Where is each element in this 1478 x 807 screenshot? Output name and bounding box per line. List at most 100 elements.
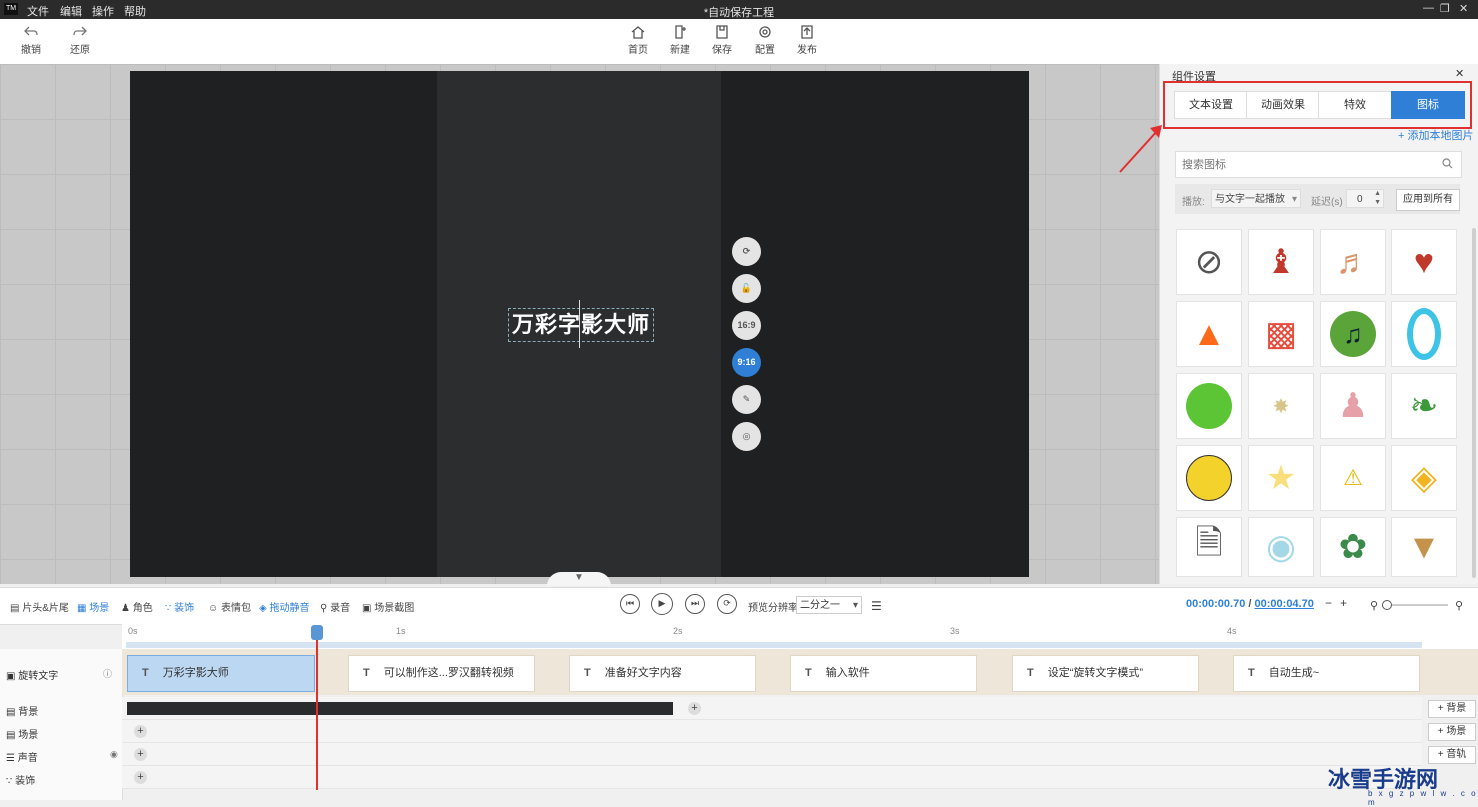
tab-effects[interactable]: 特效: [1318, 91, 1392, 119]
dancer-icon[interactable]: ♬: [1320, 229, 1386, 295]
tab-icons[interactable]: 图标: [1391, 91, 1465, 119]
resolution-select[interactable]: 二分之一 ▾: [796, 596, 862, 614]
total-time[interactable]: 00:00:04.70: [1255, 598, 1314, 610]
zoom-in-icon[interactable]: ⚲: [1455, 599, 1463, 612]
play-icon[interactable]: ▶: [651, 593, 673, 615]
record-button[interactable]: ⚲ 录音: [320, 599, 350, 614]
apply-all-button[interactable]: 应用到所有: [1396, 189, 1460, 211]
icon-list-scrollbar[interactable]: [1472, 228, 1476, 578]
add-decoration-icon[interactable]: +: [134, 771, 147, 784]
clip-label: 输入软件: [825, 667, 870, 679]
undo-button[interactable]: 撤销: [14, 25, 48, 56]
lock-icon[interactable]: 🔓: [732, 274, 761, 303]
fire-icon[interactable]: ▲: [1176, 301, 1242, 367]
next-icon[interactable]: ⏭: [685, 594, 705, 614]
plus-icon[interactable]: +: [1340, 596, 1347, 610]
popcorn-icon[interactable]: ▩: [1248, 301, 1314, 367]
necklace-icon[interactable]: ◈: [1391, 445, 1457, 511]
config-button[interactable]: 配置: [748, 25, 782, 56]
ice-cream-icon[interactable]: ▼: [1391, 517, 1457, 577]
text-clip[interactable]: T 设定“旋转文字模式”: [1012, 655, 1199, 692]
playing-cards-icon[interactable]: ♥: [1391, 229, 1457, 295]
text-clip[interactable]: T 可以制作这...罗汉翻转视频: [348, 655, 535, 692]
rotate-icon[interactable]: ⟳: [732, 237, 761, 266]
stepper-arrows-icon[interactable]: ▲ ▼: [1374, 189, 1381, 207]
redo-button[interactable]: 还原: [63, 25, 97, 56]
title-text-element[interactable]: 万彩字影大师: [508, 308, 654, 342]
save-button[interactable]: 保存: [705, 25, 739, 56]
zoom-slider[interactable]: [1386, 604, 1448, 606]
delay-stepper[interactable]: 0 ▲ ▼: [1346, 189, 1384, 208]
sunglasses-emoji-icon[interactable]: [1176, 445, 1242, 511]
add-audio-icon[interactable]: +: [134, 748, 147, 761]
scarecrow-icon[interactable]: ♝: [1248, 229, 1314, 295]
volume-icon[interactable]: ◉: [110, 749, 118, 760]
intro-outro-button[interactable]: ▤ 片头&片尾: [10, 599, 69, 614]
add-local-image-link[interactable]: + 添加本地图片: [1398, 127, 1473, 143]
add-background-icon[interactable]: +: [688, 702, 701, 715]
tab-animation[interactable]: 动画效果: [1246, 91, 1320, 119]
sparkle-icon[interactable]: ✸: [1248, 373, 1314, 439]
publish-label: 发布: [797, 45, 817, 56]
text-clip[interactable]: T 输入软件: [790, 655, 977, 692]
warning-sign-icon[interactable]: ⚠: [1320, 445, 1386, 511]
decoration-button[interactable]: ∵ 装饰: [165, 599, 194, 614]
add-scene-icon[interactable]: +: [134, 725, 147, 738]
publish-button[interactable]: 发布: [790, 25, 824, 56]
scene-screenshot-button[interactable]: ▣ 场景截图: [362, 599, 414, 614]
text-clip[interactable]: T 自动生成~: [1233, 655, 1420, 692]
background-clip[interactable]: [127, 702, 673, 715]
text-clip[interactable]: T 万彩字影大师: [127, 655, 315, 692]
leaf-icon[interactable]: ❧: [1391, 373, 1457, 439]
panel-close-icon[interactable]: ✕: [1455, 67, 1464, 80]
ruler-mark-0: 0s: [128, 626, 138, 636]
new-button[interactable]: 新建: [663, 25, 697, 56]
track-name-scene: 场景: [18, 730, 39, 741]
add-background-button[interactable]: + 背景: [1428, 700, 1476, 718]
help-icon[interactable]: ⓘ: [103, 667, 112, 680]
document-icon[interactable]: 🗎: [1176, 517, 1242, 577]
blue-ring-icon[interactable]: [1391, 301, 1457, 367]
role-button[interactable]: ♟ 角色: [121, 599, 153, 614]
emoji-pack-button[interactable]: ☺ 表情包: [208, 599, 251, 614]
icon-search-box[interactable]: [1175, 151, 1462, 178]
collapse-handle[interactable]: ▼: [547, 572, 611, 586]
settings-icon[interactable]: ◎: [732, 422, 761, 451]
scene-button[interactable]: ▦ 场景: [77, 599, 109, 614]
macaron-icon[interactable]: ◉: [1248, 517, 1314, 577]
close-icon[interactable]: ✕: [1459, 2, 1468, 15]
text-cursor: [579, 300, 580, 348]
minimize-icon[interactable]: —: [1423, 2, 1434, 14]
green-apple-icon[interactable]: [1176, 373, 1242, 439]
decoration-track-icon: ∵: [6, 776, 16, 787]
edit-icon[interactable]: ✎: [732, 385, 761, 414]
add-scene-button[interactable]: + 场景: [1428, 723, 1476, 741]
play-mode-select[interactable]: 与文字一起播放 ▾: [1211, 189, 1301, 208]
search-input[interactable]: [1176, 152, 1434, 177]
ratio-16-9-button[interactable]: 16:9: [732, 311, 761, 340]
search-icon[interactable]: [1442, 158, 1453, 169]
ratio-9-16-button[interactable]: 9:16: [732, 348, 761, 377]
current-time: 00:00:00.70: [1186, 598, 1246, 610]
tab-text-settings[interactable]: 文本设置: [1174, 91, 1248, 119]
replay-icon[interactable]: ⟳: [717, 594, 737, 614]
girl-icon[interactable]: ♟: [1320, 373, 1386, 439]
minus-icon[interactable]: −: [1325, 596, 1332, 610]
background-track-icon: ▤: [6, 707, 19, 718]
layers-icon[interactable]: ☰: [871, 599, 882, 613]
star-icon[interactable]: ★: [1248, 445, 1314, 511]
no-icon[interactable]: ⊘: [1176, 229, 1242, 295]
playhead[interactable]: [316, 630, 318, 790]
text-clip[interactable]: T 准备好文字内容: [569, 655, 756, 692]
timeline-range-bar[interactable]: [126, 642, 1422, 648]
zoom-out-icon[interactable]: ⚲: [1370, 599, 1378, 612]
emoji-pack-label: 表情包: [221, 603, 251, 614]
playhead-handle[interactable]: [311, 625, 323, 640]
drag-mute-button[interactable]: ◈ 拖动静音: [259, 599, 309, 614]
zoom-slider-handle[interactable]: [1382, 600, 1392, 610]
restore-icon[interactable]: ❐: [1440, 2, 1450, 15]
music-note-icon[interactable]: ♫: [1320, 301, 1386, 367]
home-button[interactable]: 首页: [621, 25, 655, 56]
prev-icon[interactable]: ⏮: [620, 594, 640, 614]
gift-hand-icon[interactable]: ✿: [1320, 517, 1386, 577]
